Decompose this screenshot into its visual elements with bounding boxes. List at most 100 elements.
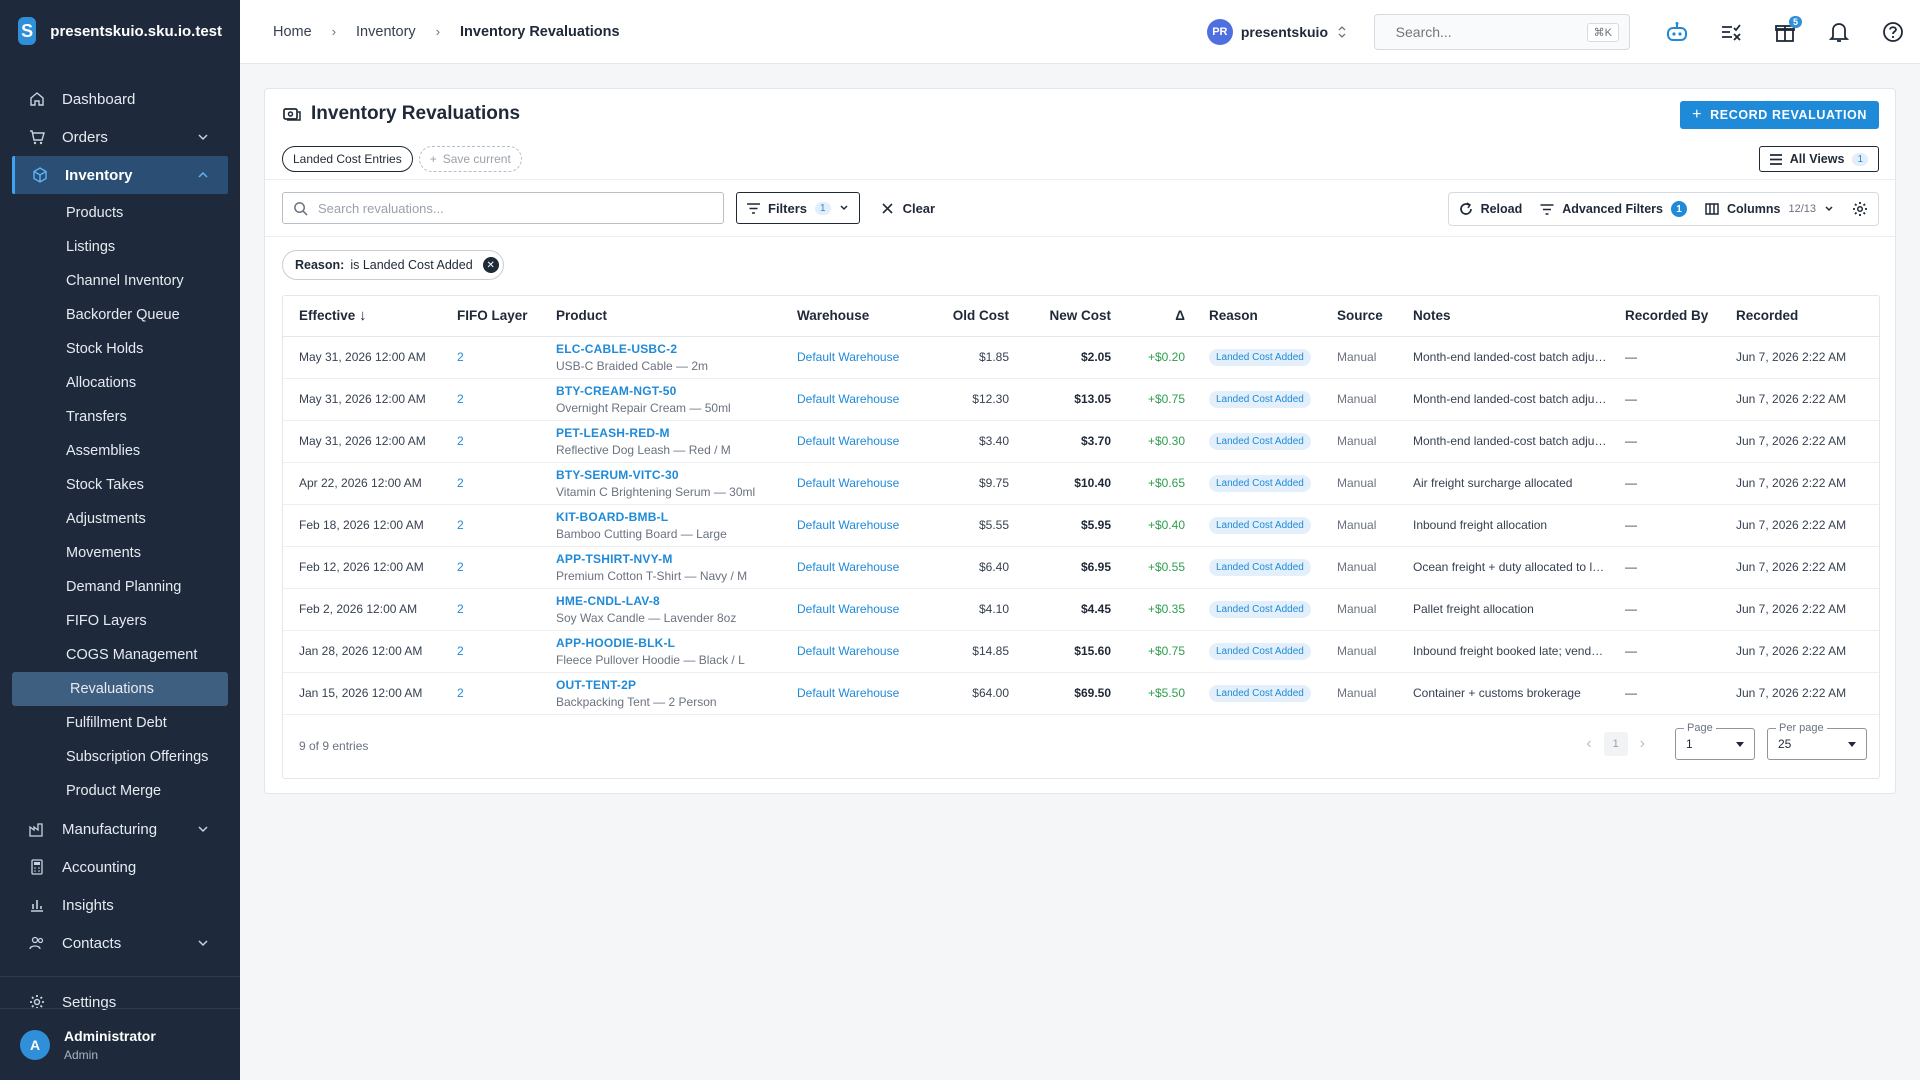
- prev-page-icon[interactable]: ‹: [1586, 735, 1591, 753]
- cell-fifo-layer[interactable]: 2: [449, 588, 548, 631]
- column-header-recorded-by[interactable]: Recorded By: [1617, 296, 1728, 337]
- cell-warehouse[interactable]: Default Warehouse: [789, 672, 929, 715]
- cell-warehouse[interactable]: Default Warehouse: [789, 420, 929, 463]
- cell-fifo-layer[interactable]: 2: [449, 336, 548, 379]
- tasks-button[interactable]: [1704, 12, 1758, 52]
- column-header-product[interactable]: Product: [548, 296, 789, 337]
- sidebar-subitem-fifo-layers[interactable]: FIFO Layers: [0, 604, 240, 638]
- table-row[interactable]: Jan 28, 2026 12:00 AM 2 APP-HOODIE-BLK-L Fl…: [283, 630, 1879, 673]
- sidebar-subitem-transfers[interactable]: Transfers: [0, 400, 240, 434]
- clear-filters-button[interactable]: Clear: [874, 192, 944, 224]
- warehouse-link[interactable]: Default Warehouse: [797, 518, 899, 532]
- account-switcher[interactable]: PR presentskuio: [1206, 19, 1348, 45]
- table-row[interactable]: Feb 18, 2026 12:00 AM 2 KIT-BOARD-BMB-L Bam…: [283, 504, 1879, 547]
- sidebar-subitem-stock-holds[interactable]: Stock Holds: [0, 332, 240, 366]
- cell-fifo-layer[interactable]: 2: [449, 630, 548, 673]
- sidebar-item-accounting[interactable]: Accounting: [0, 848, 240, 886]
- sidebar-subitem-revaluations[interactable]: Revaluations: [12, 672, 228, 706]
- columns-button[interactable]: Columns 12/13: [1705, 202, 1834, 216]
- column-header-notes[interactable]: Notes: [1405, 296, 1617, 337]
- table-row[interactable]: Apr 22, 2026 12:00 AM 2 BTY-SERUM-VITC-30 V…: [283, 462, 1879, 505]
- search-input[interactable]: [1395, 24, 1577, 40]
- next-page-icon[interactable]: ›: [1640, 735, 1645, 753]
- fifo-layer-link[interactable]: 2: [457, 602, 464, 616]
- product-sku-link[interactable]: PET-LEASH-RED-M: [556, 426, 781, 440]
- page-select[interactable]: Page 1: [1675, 722, 1755, 760]
- warehouse-link[interactable]: Default Warehouse: [797, 434, 899, 448]
- cell-fifo-layer[interactable]: 2: [449, 462, 548, 505]
- sidebar-subitem-subscription-offerings[interactable]: Subscription Offerings: [0, 740, 240, 774]
- fifo-layer-link[interactable]: 2: [457, 476, 464, 490]
- cell-warehouse[interactable]: Default Warehouse: [789, 462, 929, 505]
- column-header-source[interactable]: Source: [1329, 296, 1405, 337]
- column-header-fifo-layer[interactable]: FIFO Layer: [449, 296, 548, 337]
- sidebar-subitem-products[interactable]: Products: [0, 196, 240, 230]
- column-header-effective[interactable]: Effective ↓: [283, 296, 449, 337]
- sidebar-item-manufacturing[interactable]: Manufacturing: [0, 810, 240, 848]
- fifo-layer-link[interactable]: 2: [457, 350, 464, 364]
- cell-warehouse[interactable]: Default Warehouse: [789, 378, 929, 421]
- page-number-button[interactable]: 1: [1603, 732, 1628, 756]
- help-button[interactable]: [1866, 12, 1920, 52]
- fifo-layer-link[interactable]: 2: [457, 560, 464, 574]
- sidebar-item-insights[interactable]: Insights: [0, 886, 240, 924]
- product-sku-link[interactable]: BTY-SERUM-VITC-30: [556, 468, 781, 482]
- per-page-select[interactable]: Per page 25: [1767, 722, 1867, 760]
- product-sku-link[interactable]: OUT-TENT-2P: [556, 678, 781, 692]
- warehouse-link[interactable]: Default Warehouse: [797, 392, 899, 406]
- column-header-warehouse[interactable]: Warehouse: [789, 296, 929, 337]
- cell-fifo-layer[interactable]: 2: [449, 504, 548, 547]
- sidebar-subitem-movements[interactable]: Movements: [0, 536, 240, 570]
- all-views-button[interactable]: All Views 1: [1758, 146, 1879, 172]
- product-sku-link[interactable]: APP-HOODIE-BLK-L: [556, 636, 781, 650]
- sidebar-subitem-backorder-queue[interactable]: Backorder Queue: [0, 298, 240, 332]
- gifts-button[interactable]: 5: [1758, 12, 1812, 52]
- column-header-reason[interactable]: Reason: [1193, 296, 1329, 337]
- sidebar-subitem-demand-planning[interactable]: Demand Planning: [0, 570, 240, 604]
- warehouse-link[interactable]: Default Warehouse: [797, 476, 899, 490]
- notifications-button[interactable]: [1812, 12, 1866, 52]
- sidebar-subitem-product-merge[interactable]: Product Merge: [0, 774, 240, 808]
- sidebar-subitem-fulfillment-debt[interactable]: Fulfillment Debt: [0, 706, 240, 740]
- sidebar-subitem-adjustments[interactable]: Adjustments: [0, 502, 240, 536]
- advanced-filters-button[interactable]: Advanced Filters 1: [1540, 201, 1687, 217]
- table-row[interactable]: Feb 12, 2026 12:00 AM 2 APP-TSHIRT-NVY-M Pr…: [283, 546, 1879, 589]
- view-chip-landed-cost[interactable]: Landed Cost Entries: [282, 146, 413, 172]
- product-sku-link[interactable]: KIT-BOARD-BMB-L: [556, 510, 781, 524]
- revaluation-search[interactable]: [282, 192, 724, 224]
- product-sku-link[interactable]: ELC-CABLE-USBC-2: [556, 342, 781, 356]
- cell-warehouse[interactable]: Default Warehouse: [789, 546, 929, 589]
- column-header-delta[interactable]: Δ: [1119, 296, 1193, 337]
- fifo-layer-link[interactable]: 2: [457, 392, 464, 406]
- cell-warehouse[interactable]: Default Warehouse: [789, 588, 929, 631]
- table-row[interactable]: May 31, 2026 12:00 AM 2 PET-LEASH-RED-M Ref…: [283, 420, 1879, 463]
- filters-button[interactable]: Filters 1: [736, 192, 860, 224]
- table-row[interactable]: May 31, 2026 12:00 AM 2 BTY-CREAM-NGT-50 Ov…: [283, 378, 1879, 421]
- table-row[interactable]: May 31, 2026 12:00 AM 2 ELC-CABLE-USBC-2 US…: [283, 336, 1879, 379]
- sidebar-subitem-channel-inventory[interactable]: Channel Inventory: [0, 264, 240, 298]
- warehouse-link[interactable]: Default Warehouse: [797, 602, 899, 616]
- fifo-layer-link[interactable]: 2: [457, 644, 464, 658]
- global-search[interactable]: ⌘K: [1374, 14, 1630, 50]
- product-sku-link[interactable]: HME-CNDL-LAV-8: [556, 594, 781, 608]
- revaluation-search-input[interactable]: [318, 200, 713, 216]
- column-header-recorded[interactable]: Recorded: [1728, 296, 1879, 337]
- active-filter-chip[interactable]: Reason: is Landed Cost Added ✕: [282, 250, 504, 280]
- fifo-layer-link[interactable]: 2: [457, 518, 464, 532]
- sidebar-subitem-cogs-management[interactable]: COGS Management: [0, 638, 240, 672]
- sidebar-subitem-listings[interactable]: Listings: [0, 230, 240, 264]
- sidebar-item-contacts[interactable]: Contacts: [0, 924, 240, 962]
- remove-filter-icon[interactable]: ✕: [482, 257, 499, 273]
- warehouse-link[interactable]: Default Warehouse: [797, 560, 899, 574]
- assistant-button[interactable]: [1650, 12, 1704, 52]
- fifo-layer-link[interactable]: 2: [457, 686, 464, 700]
- cell-warehouse[interactable]: Default Warehouse: [789, 504, 929, 547]
- breadcrumb-inventory[interactable]: Inventory: [356, 24, 416, 40]
- column-header-new-cost[interactable]: New Cost: [1017, 296, 1119, 337]
- brand[interactable]: S presentskuio.sku.io.test: [0, 0, 240, 62]
- cell-fifo-layer[interactable]: 2: [449, 378, 548, 421]
- reload-button[interactable]: Reload: [1459, 202, 1522, 216]
- record-revaluation-button[interactable]: + RECORD REVALUATION: [1680, 101, 1879, 129]
- cell-fifo-layer[interactable]: 2: [449, 672, 548, 715]
- warehouse-link[interactable]: Default Warehouse: [797, 644, 899, 658]
